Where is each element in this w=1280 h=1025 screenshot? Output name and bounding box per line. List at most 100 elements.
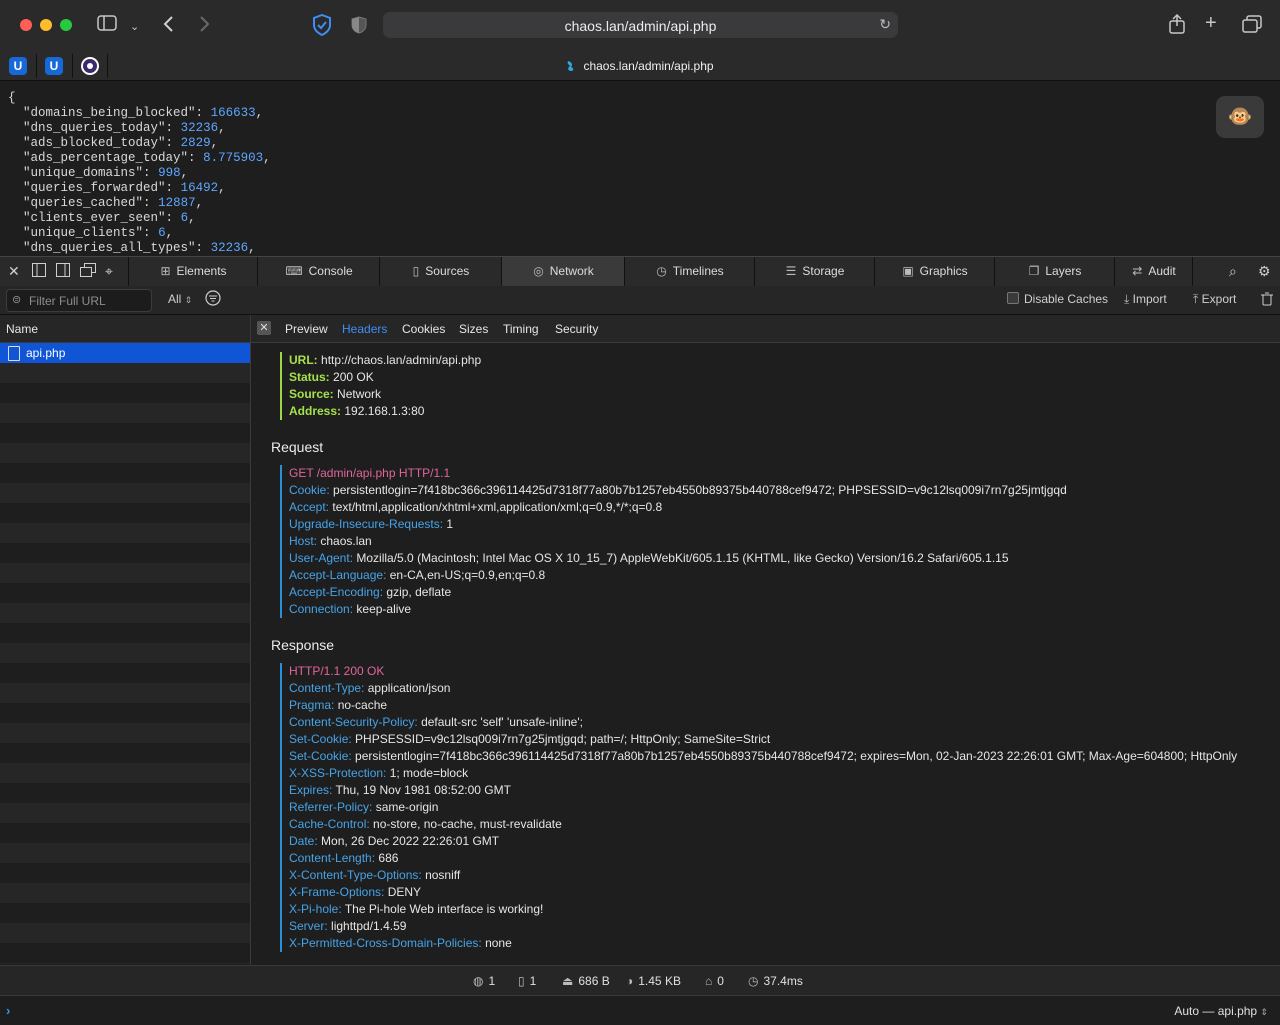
devtools-tab-label: Sources: [425, 264, 470, 278]
sidebar-toggle-icon[interactable]: [97, 15, 117, 37]
disable-caches-checkbox[interactable]: [1007, 292, 1019, 304]
extension-shield-icon[interactable]: [351, 16, 367, 40]
detail-tab-timing[interactable]: Timing: [503, 322, 539, 336]
tab-overview-icon[interactable]: [1242, 15, 1262, 39]
new-tab-icon[interactable]: +: [1205, 13, 1217, 33]
json-key: "queries_forwarded": [23, 181, 166, 195]
minimize-window-button[interactable]: [40, 19, 52, 31]
header-name: Set-Cookie:: [289, 749, 352, 763]
resources-value: 1: [529, 974, 537, 988]
audit-icon: ⇄: [1132, 264, 1143, 278]
network-filter-bar: ⊜ All ⇕ Disable Caches ⤓ Import ⤒ Export: [0, 286, 1280, 315]
zoom-window-button[interactable]: [60, 19, 72, 31]
address-bar[interactable]: chaos.lan/admin/api.php ↻: [383, 12, 898, 38]
clear-log-trash-icon[interactable]: [1261, 292, 1273, 309]
privacy-shield-icon[interactable]: [312, 13, 332, 42]
reload-icon[interactable]: ↻: [879, 16, 891, 33]
address-text[interactable]: chaos.lan/admin/api.php: [383, 18, 898, 34]
time-value: 37.4ms: [763, 974, 803, 988]
inspect-element-icon[interactable]: ⌖: [105, 263, 113, 280]
type-filter-select[interactable]: All ⇕: [168, 292, 192, 306]
redirects-value: 0: [717, 974, 724, 988]
transferred-size: ⏏ 686 B: [562, 974, 610, 988]
devtools-tab-console[interactable]: ⌨ Console: [257, 257, 380, 286]
status-line: HTTP/1.1 200 OK: [289, 664, 385, 678]
header-value: en-CA,en-US;q=0.9,en;q=0.8: [389, 568, 546, 582]
json-line: "unique_clients": 6,: [23, 226, 174, 240]
detail-tab-sizes[interactable]: Sizes: [459, 322, 488, 336]
header-name: Expires:: [289, 783, 333, 797]
resource-size: ◑ 1.45 KB: [626, 974, 681, 988]
timelines-icon: ◷: [656, 264, 667, 278]
header-value: same-origin: [375, 800, 439, 814]
close-detail-icon[interactable]: ✕: [257, 321, 271, 335]
header-value: application/json: [367, 681, 451, 695]
json-line: "ads_blocked_today": 2829,: [23, 136, 219, 150]
undock-icon[interactable]: [80, 263, 96, 280]
devtools-tab-graphics[interactable]: ▣ Graphics: [874, 257, 995, 286]
storage-icon: ☰: [785, 264, 797, 278]
summary-section: URL: http://chaos.lan/admin/api.php Statu…: [280, 352, 481, 420]
json-key: "unique_domains": [23, 166, 144, 180]
detail-tab-headers[interactable]: Headers: [342, 322, 387, 336]
header-value: 686: [378, 851, 399, 865]
status-line: GET /admin/api.php HTTP/1.1: [289, 466, 451, 480]
header-row: Source: Network: [289, 386, 481, 403]
header-value: no-store, no-cache, must-revalidate: [373, 817, 562, 831]
devtools-tab-layers[interactable]: ❐ Layers: [994, 257, 1115, 286]
detail-tab-security[interactable]: Security: [555, 322, 598, 336]
resource-row[interactable]: api.php: [0, 343, 250, 363]
execution-context-select[interactable]: Auto — api.php ⇕: [1174, 1004, 1268, 1018]
header-name: X-Content-Type-Options:: [289, 868, 422, 882]
import-button[interactable]: ⤓ Import: [1124, 292, 1167, 307]
request-headers-section: GET /admin/api.php HTTP/1.1 Cookie: persi…: [280, 465, 1067, 618]
devtools-tab-timelines[interactable]: ◷ Timelines: [624, 257, 755, 286]
close-devtools-icon[interactable]: ✕: [8, 263, 20, 280]
export-button[interactable]: ⤒ Export: [1193, 292, 1236, 307]
json-line: "dns_queries_today": 32236,: [23, 121, 226, 135]
close-window-button[interactable]: [20, 19, 32, 31]
header-row: Host: chaos.lan: [289, 533, 1067, 550]
devtools-tab-network[interactable]: ◎ Network: [501, 257, 625, 286]
back-button[interactable]: [163, 15, 175, 39]
disable-caches-toggle[interactable]: Disable Caches: [1007, 292, 1108, 306]
detail-tab-bar: ✕ Preview Headers Cookies Sizes Timing Securi…: [251, 315, 1280, 343]
header-name: Server:: [289, 919, 328, 933]
header-name: X-Permitted-Cross-Domain-Policies:: [289, 936, 482, 950]
json-value: 32236: [210, 241, 249, 255]
devtools-tab-storage[interactable]: ☰ Storage: [754, 257, 875, 286]
settings-gear-icon[interactable]: ⚙: [1258, 263, 1271, 280]
header-value: Network: [337, 387, 382, 401]
dock-left-icon[interactable]: [32, 263, 46, 280]
extension-monkey-icon[interactable]: 🐵: [1216, 96, 1264, 138]
name-column-header[interactable]: Name: [0, 315, 250, 343]
devtools-tab-label: Elements: [176, 264, 227, 278]
devtools-tab-sources[interactable]: ▯ Sources: [379, 257, 502, 286]
header-row: URL: http://chaos.lan/admin/api.php: [289, 352, 481, 369]
active-tab[interactable]: chaos.lan/admin/api.php: [0, 59, 1280, 73]
header-value: persistentlogin=7f418bc366c396114425d731…: [333, 483, 1067, 497]
filter-url-input[interactable]: [27, 293, 151, 309]
detail-tab-cookies[interactable]: Cookies: [402, 322, 445, 336]
devtools-tab-audit[interactable]: ⇄ Audit: [1114, 257, 1193, 286]
share-icon[interactable]: [1169, 13, 1185, 40]
sidebar-menu-chevron-icon[interactable]: ⌄: [130, 17, 139, 37]
filter-icon: ⊜: [12, 294, 22, 306]
dock-right-icon[interactable]: [56, 263, 70, 280]
header-value: Mozilla/5.0 (Macintosh; Intel Mac OS X 1…: [356, 551, 1009, 565]
json-value: 32236: [180, 121, 219, 135]
devtools-tab-elements[interactable]: ⊞ Elements: [128, 257, 258, 286]
forward-button[interactable]: [198, 15, 210, 39]
header-row: X-Content-Type-Options: nosniff: [289, 867, 1237, 884]
search-icon[interactable]: ⌕: [1229, 263, 1237, 280]
type-filter-label: All: [168, 292, 182, 306]
header-name: Upgrade-Insecure-Requests:: [289, 517, 444, 531]
json-line: "ads_percentage_today": 8.775903,: [23, 151, 271, 165]
json-key: "queries_cached": [23, 196, 144, 210]
filter-options-icon[interactable]: [205, 290, 221, 309]
console-prompt-bar[interactable]: › Auto — api.php ⇕: [0, 995, 1280, 1025]
detail-tab-preview[interactable]: Preview: [285, 322, 328, 336]
devtools-tab-label: Audit: [1148, 264, 1176, 278]
filter-url-field[interactable]: ⊜: [6, 289, 152, 312]
header-row: Set-Cookie: PHPSESSID=v9c12lsq009i7rn7g2…: [289, 731, 1237, 748]
